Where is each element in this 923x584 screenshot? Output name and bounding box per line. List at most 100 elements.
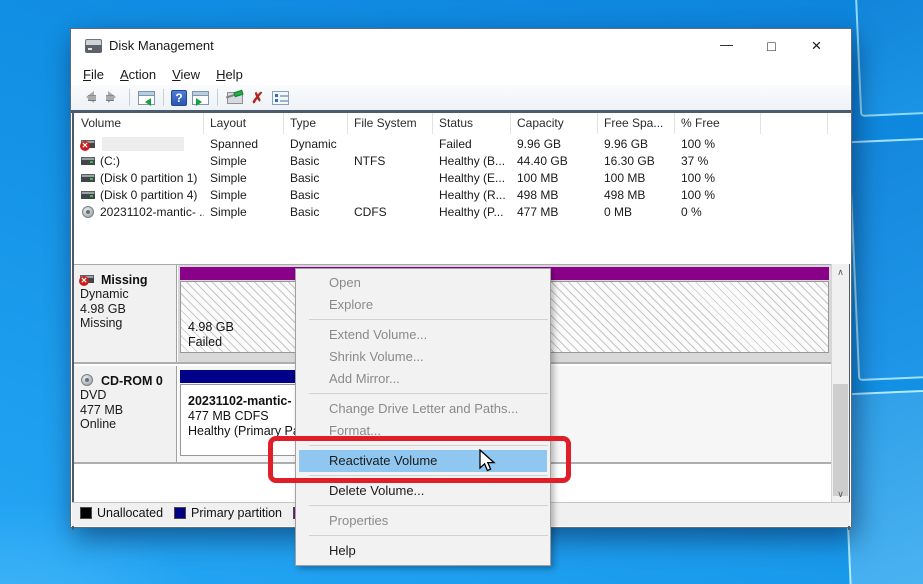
column-header-capacity[interactable]: Capacity xyxy=(511,113,598,134)
table-row[interactable]: ✕SpannedDynamicFailed9.96 GB9.96 GB100 % xyxy=(75,135,850,152)
volume-size: 4.98 GB xyxy=(188,320,234,335)
table-row[interactable]: (C:)SimpleBasicNTFSHealthy (B...44.40 GB… xyxy=(75,152,850,169)
column-header-type[interactable]: Type xyxy=(284,113,348,134)
minimize-icon: — xyxy=(720,37,733,52)
disk-detail: 4.98 GB xyxy=(80,302,172,317)
disk-detail: Dynamic xyxy=(80,287,172,302)
menubar-item-file[interactable]: File xyxy=(83,67,104,82)
cell-type: Basic xyxy=(284,205,348,219)
menubar-item-action[interactable]: Action xyxy=(120,67,156,82)
disk-icon xyxy=(81,189,96,201)
help-icon[interactable]: ? xyxy=(171,90,187,106)
cd-rom-icon xyxy=(80,374,97,388)
volume-list-pane: VolumeLayoutTypeFile SystemStatusCapacit… xyxy=(74,113,850,264)
close-icon: × xyxy=(812,36,822,56)
back-icon[interactable] xyxy=(80,89,99,107)
show-action-pane-icon[interactable] xyxy=(191,89,210,107)
vertical-scrollbar[interactable]: ∧ ∨ xyxy=(831,264,849,504)
delete-icon[interactable]: ✗ xyxy=(248,89,267,107)
column-header-free-spa[interactable]: Free Spa... xyxy=(598,113,675,134)
volume-status: Failed xyxy=(188,335,234,350)
forward-icon[interactable] xyxy=(103,89,122,107)
menu-item-properties[interactable]: Properties xyxy=(296,510,550,532)
volume-title: 20231102-mantic- xyxy=(188,394,304,409)
menu-item-open[interactable]: Open xyxy=(296,272,550,294)
menu-item-shrink-volume[interactable]: Shrink Volume... xyxy=(296,346,550,368)
cell-capacity: 44.40 GB xyxy=(511,154,598,168)
scrollbar-thumb[interactable] xyxy=(833,384,848,496)
cell-layout: Spanned xyxy=(204,137,284,151)
table-row[interactable]: 20231102-mantic- ...SimpleBasicCDFSHealt… xyxy=(75,203,850,220)
cell-status: Healthy (P... xyxy=(433,205,511,219)
cell-volume: (C:) xyxy=(75,154,204,168)
menu-separator xyxy=(309,505,548,506)
annotation-highlight-box xyxy=(268,436,571,483)
legend-item-unallocated: Unallocated xyxy=(80,506,163,520)
cell-status: Healthy (R... xyxy=(433,188,511,202)
toolbar-separator xyxy=(129,89,130,106)
error-disk-icon: ✕ xyxy=(81,138,96,150)
column-header-free[interactable]: % Free xyxy=(675,113,761,134)
toolbar-separator xyxy=(217,89,218,106)
cell-pct-free: 100 % xyxy=(675,188,761,202)
cell-layout: Simple xyxy=(204,154,284,168)
disk-icon xyxy=(81,155,96,167)
disk-detail: Online xyxy=(80,417,172,432)
cell-status: Healthy (B... xyxy=(433,154,511,168)
volume-name: (C:) xyxy=(100,154,120,168)
menu-item-delete-volume[interactable]: Delete Volume... xyxy=(296,480,550,502)
column-header-blank[interactable] xyxy=(761,113,828,134)
menu-item-change-drive-letter-and-paths[interactable]: Change Drive Letter and Paths... xyxy=(296,398,550,420)
cell-free-space: 9.96 GB xyxy=(598,137,675,151)
cell-status: Failed xyxy=(433,137,511,151)
menu-item-add-mirror[interactable]: Add Mirror... xyxy=(296,368,550,390)
scroll-up-arrow-icon[interactable]: ∧ xyxy=(832,264,849,280)
cell-layout: Simple xyxy=(204,171,284,185)
column-header-file-system[interactable]: File System xyxy=(348,113,433,134)
disk-detail: DVD xyxy=(80,388,172,403)
volume-table-rows: ✕SpannedDynamicFailed9.96 GB9.96 GB100 %… xyxy=(75,135,850,220)
column-header-status[interactable]: Status xyxy=(433,113,511,134)
minimize-button[interactable]: — xyxy=(704,29,749,63)
maximize-icon: □ xyxy=(767,38,775,54)
cell-free-space: 0 MB xyxy=(598,205,675,219)
wallpaper-shape xyxy=(854,0,923,117)
legend-color-swatch xyxy=(80,507,92,519)
table-row[interactable]: (Disk 0 partition 1)SimpleBasicHealthy (… xyxy=(75,169,850,186)
disk-label-cdrom[interactable]: CD-ROM 0 DVD 477 MB Online xyxy=(74,366,177,462)
wallpaper-shape xyxy=(841,387,923,584)
window-controls: — □ × xyxy=(704,29,839,63)
scroll-down-arrow-icon[interactable]: ∨ xyxy=(832,486,849,502)
close-button[interactable]: × xyxy=(794,29,839,63)
maximize-button[interactable]: □ xyxy=(749,29,794,63)
table-row[interactable]: (Disk 0 partition 4)SimpleBasicHealthy (… xyxy=(75,186,850,203)
cell-capacity: 9.96 GB xyxy=(511,137,598,151)
menu-item-explore[interactable]: Explore xyxy=(296,294,550,316)
column-header-volume[interactable]: Volume xyxy=(75,113,204,134)
menu-separator xyxy=(309,535,548,536)
show-console-tree-icon[interactable] xyxy=(137,89,156,107)
disk-label-missing[interactable]: ✕ Missing Dynamic 4.98 GB Missing xyxy=(74,265,177,362)
properties-list-icon[interactable] xyxy=(271,89,290,107)
disk-drive-app-icon xyxy=(85,39,102,53)
cell-volume: ✕ xyxy=(75,137,204,151)
menubar-item-help[interactable]: Help xyxy=(216,67,243,82)
legend-label: Unallocated xyxy=(97,506,163,520)
cell-type: Basic xyxy=(284,171,348,185)
volume-name: 20231102-mantic- ... xyxy=(100,205,204,219)
cell-layout: Simple xyxy=(204,205,284,219)
cell-capacity: 477 MB xyxy=(511,205,598,219)
disk-name: CD-ROM 0 xyxy=(101,374,163,388)
column-header-layout[interactable]: Layout xyxy=(204,113,284,134)
error-disk-icon: ✕ xyxy=(80,273,97,287)
cell-volume: 20231102-mantic- ... xyxy=(75,205,204,219)
menu-item-extend-volume[interactable]: Extend Volume... xyxy=(296,324,550,346)
tools-icon[interactable] xyxy=(225,89,244,107)
menu-item-help[interactable]: Help xyxy=(296,540,550,562)
menubar-item-view[interactable]: View xyxy=(172,67,200,82)
window-title: Disk Management xyxy=(109,38,214,53)
cell-pct-free: 37 % xyxy=(675,154,761,168)
selected-volume-highlight xyxy=(102,137,184,151)
cell-volume: (Disk 0 partition 4) xyxy=(75,188,204,202)
title-bar[interactable]: Disk Management — □ × xyxy=(71,29,851,63)
